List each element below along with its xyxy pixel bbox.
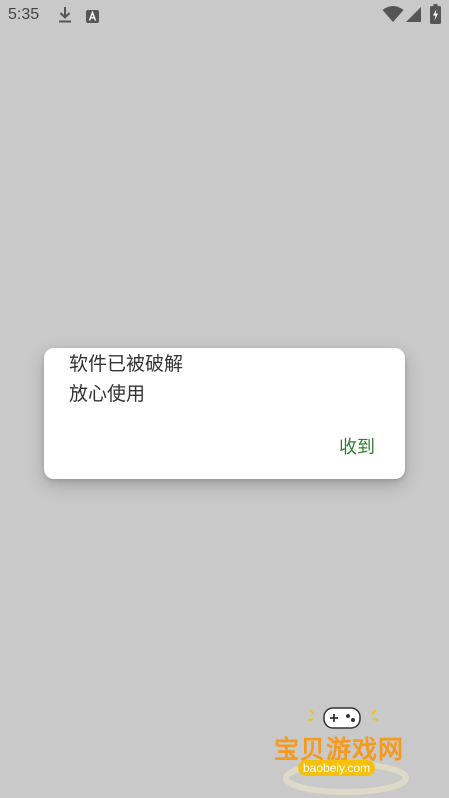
watermark-logo: 宝贝游戏网 baobeiy.com	[268, 700, 418, 795]
confirm-button[interactable]: 收到	[339, 433, 375, 459]
download-icon	[58, 6, 72, 28]
alert-dialog: 软件已被破解 放心使用 收到	[44, 348, 405, 479]
battery-charging-icon	[430, 4, 441, 28]
screen: 5:35 软件已被破解 放心使用 收到 宝贝游戏网 baobeiy.com	[0, 0, 449, 798]
a-notification-icon	[86, 8, 99, 27]
dialog-title: 软件已被破解	[69, 353, 184, 375]
wifi-icon	[382, 6, 404, 27]
signal-icon	[406, 6, 422, 27]
status-time: 5:35	[8, 6, 40, 23]
watermark-url: baobeiy.com	[298, 760, 376, 776]
status-bar: 5:35	[0, 0, 449, 30]
dialog-message: 放心使用	[69, 383, 146, 405]
